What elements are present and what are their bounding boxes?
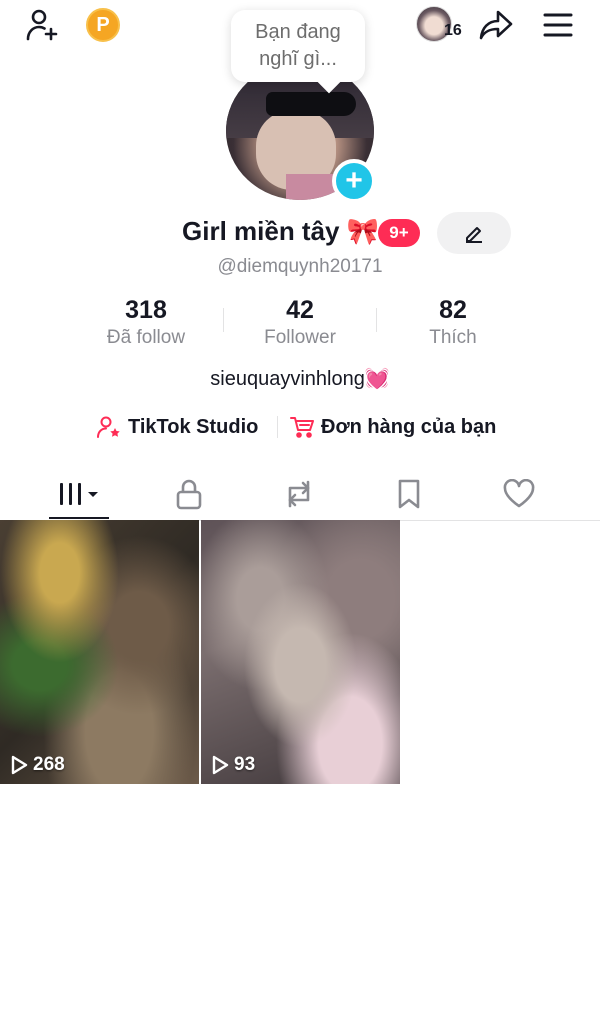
thought-bubble[interactable]: Bạn đang nghĩ gì... <box>231 10 365 82</box>
video-thumbnail[interactable]: 268 <box>0 520 199 784</box>
tab-liked[interactable] <box>464 468 574 519</box>
view-count-value: 93 <box>234 754 256 775</box>
tab-reposts[interactable] <box>244 468 354 519</box>
content-tabs <box>0 468 600 521</box>
notification-badge[interactable]: 9+ <box>378 219 420 247</box>
links-divider <box>277 416 278 438</box>
bubble-line-2: nghĩ gì... <box>259 48 337 70</box>
play-icon <box>212 755 229 775</box>
add-story-button[interactable]: + <box>332 159 376 203</box>
profile-name: Girl miền tây 🎀 <box>182 216 380 246</box>
bubble-line-1: Bạn đang <box>255 21 341 43</box>
profile-bio: sieuquayvinhlong💓 <box>210 368 390 390</box>
hamburger-icon <box>543 13 573 37</box>
stat-followers[interactable]: 42 Follower <box>230 296 370 349</box>
bookmark-icon <box>398 479 420 508</box>
stat-likes-label: Thích <box>429 327 477 348</box>
share-button[interactable] <box>476 6 516 44</box>
view-count-value: 268 <box>33 754 65 775</box>
orders-label: Đơn hàng của bạn <box>321 415 497 438</box>
edit-profile-button[interactable] <box>437 212 511 254</box>
add-friend-button[interactable] <box>22 6 62 44</box>
play-icon <box>11 755 28 775</box>
pencil-icon <box>466 227 482 243</box>
stat-following-label: Đã follow <box>106 327 186 348</box>
stat-divider <box>223 308 224 332</box>
view-count: 268 <box>10 754 65 776</box>
plus-icon: + <box>345 164 363 197</box>
tab-videos[interactable] <box>49 468 109 519</box>
stat-following[interactable]: 318 Đã follow <box>76 296 216 349</box>
person-plus-icon <box>26 9 58 41</box>
lock-icon <box>176 479 202 509</box>
video-thumbnail[interactable]: 93 <box>201 520 400 784</box>
menu-button[interactable] <box>538 8 578 42</box>
points-badge[interactable]: P <box>86 8 120 42</box>
profile-handle: @diemquynh20171 <box>217 256 383 277</box>
creator-person-icon <box>97 416 120 438</box>
view-count: 93 <box>211 754 255 776</box>
stat-divider <box>376 308 377 332</box>
heart-icon <box>503 478 535 507</box>
videos-grid-icon <box>60 482 98 505</box>
tiktok-studio-label: TikTok Studio <box>128 415 259 438</box>
stat-following-value: 318 <box>125 296 167 324</box>
share-arrow-icon <box>479 10 513 40</box>
profile-visitors-button[interactable]: 16 <box>416 6 466 44</box>
repost-icon <box>288 480 310 507</box>
tab-private[interactable] <box>134 468 244 519</box>
tiktok-studio-link[interactable]: TikTok Studio <box>96 413 258 441</box>
stat-likes-value: 82 <box>439 296 467 324</box>
stat-likes[interactable]: 82 Thích <box>383 296 523 349</box>
cart-icon <box>290 417 314 438</box>
visitor-count: 16 <box>444 22 462 39</box>
stat-followers-value: 42 <box>286 296 314 324</box>
points-letter: P <box>96 13 110 36</box>
orders-link[interactable]: Đơn hàng của bạn <box>289 413 496 441</box>
tab-saved[interactable] <box>354 468 464 519</box>
stat-followers-label: Follower <box>264 327 336 348</box>
